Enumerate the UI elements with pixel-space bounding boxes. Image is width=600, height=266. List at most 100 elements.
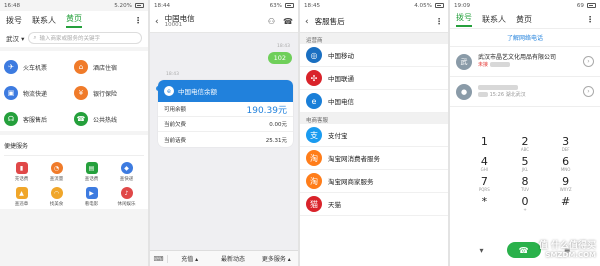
key-digit: 5 xyxy=(521,155,529,168)
collapse-keypad-icon[interactable]: ▾ xyxy=(480,246,484,255)
key-9[interactable]: 9 WXYZ xyxy=(545,176,586,192)
sent-message[interactable]: 102 xyxy=(267,52,292,64)
service-hotline[interactable]: ☎ 公共热线 xyxy=(74,109,144,129)
location-selector[interactable]: 武汉 ▾ xyxy=(6,33,24,43)
key-3[interactable]: 3 DEF xyxy=(545,136,586,152)
menu-more-services[interactable]: 更多服务 ▴ xyxy=(255,254,298,263)
contact-icon[interactable]: ⚇ xyxy=(268,17,275,26)
call-log-row[interactable]: 武 武汉市晶艺文化用品有限公司 未接 › xyxy=(450,47,600,77)
key-digit: # xyxy=(561,195,571,208)
key-digit: 1 xyxy=(480,135,488,148)
key-0[interactable]: 0 + xyxy=(505,196,546,212)
item-label: 中国移动 xyxy=(328,52,354,60)
conv-label: 查违章 xyxy=(14,202,29,207)
list-item-china-unicom[interactable]: ✣ 中国联通 xyxy=(300,67,448,90)
call-button[interactable]: ☎ xyxy=(506,242,541,258)
key-letters: PQRS xyxy=(478,187,490,192)
phone-customer-service: 18:45 4.05% ‹ 客服售后 ⋮ 运营商 ◎ 中国移动 ✣ 中国联通 e 中国… xyxy=(300,0,448,266)
more-menu-icon[interactable]: ⋮ xyxy=(435,17,443,26)
key-hash[interactable]: # xyxy=(545,196,586,212)
info-icon[interactable]: › xyxy=(583,86,594,97)
key-digit: 9 xyxy=(562,175,570,188)
more-menu-icon[interactable]: ⋮ xyxy=(134,16,142,25)
key-2[interactable]: 2 ABC xyxy=(505,136,546,152)
service-logistics[interactable]: ▣ 物流快递 xyxy=(4,83,74,103)
call-icon[interactable]: ☎ xyxy=(283,17,293,26)
tab-yellow-pages[interactable]: 黄页 xyxy=(66,13,82,28)
service-support[interactable]: ☊ 客服售后 xyxy=(4,109,74,129)
call-log-row[interactable]: ● 15:26 湖北武汉 › xyxy=(450,77,600,107)
key-digit: 2 xyxy=(521,135,529,148)
tab-yellow-pages[interactable]: 黄页 xyxy=(516,14,532,25)
watermark-sub: SMZDM.COM xyxy=(545,251,596,260)
back-icon[interactable]: ‹ xyxy=(155,17,159,27)
conv-package[interactable]: ◆ 查快递 xyxy=(109,162,144,182)
row-value: 190.39元 xyxy=(246,105,288,116)
phone-sms-thread: 18:44 63% ‹ 中国电信 10001 ⚇ ☎ 18:43 102 18:… xyxy=(150,0,298,266)
info-icon[interactable]: › xyxy=(583,56,594,67)
menu-news[interactable]: 最新动态 xyxy=(211,254,254,263)
key-star[interactable]: * xyxy=(464,196,505,212)
balance-card[interactable]: e 中国电信余额 可用余额 190.39元 当前欠费 0.00元 当前话费 25.31… xyxy=(158,80,293,147)
service-bank[interactable]: ¥ 银行保险 xyxy=(74,83,144,103)
conv-label: 查快递 xyxy=(119,177,134,182)
list-item-taobao-consumer[interactable]: 淘淘宝网消费者服务 xyxy=(300,147,448,170)
list-item-taobao-merchant[interactable]: 淘淘宝网商家服务 xyxy=(300,170,448,193)
key-5[interactable]: 5 JKL xyxy=(505,156,546,172)
tab-dial[interactable]: 拨号 xyxy=(456,12,472,27)
learn-network-call-link[interactable]: 了解网络电话 xyxy=(450,29,600,47)
train-icon: ✈ xyxy=(4,60,18,74)
tab-contacts[interactable]: 联系人 xyxy=(482,14,506,25)
key-8[interactable]: 8 TUV xyxy=(505,176,546,192)
menu-label: 充值 xyxy=(181,256,194,263)
caller-name: 武汉市晶艺文化用品有限公司 xyxy=(478,53,557,61)
conv-recharge[interactable]: ▮ 充话费 xyxy=(4,162,39,182)
phone-icon: ☎ xyxy=(74,112,88,126)
conv-bill[interactable]: ▤ 查话费 xyxy=(74,162,109,182)
battery-icon xyxy=(587,3,596,8)
list-item-china-telecom[interactable]: e 中国电信 xyxy=(300,90,448,113)
conv-food[interactable]: ◠ 找美食 xyxy=(39,187,74,207)
row-label: 当前欠费 xyxy=(164,122,187,128)
more-menu-icon[interactable]: ⋮ xyxy=(586,15,594,24)
back-icon[interactable]: ‹ xyxy=(305,17,309,27)
search-icon: ⌕ xyxy=(33,34,37,41)
search-input[interactable]: ⌕ 输入商家或服务的关键字 xyxy=(28,32,142,44)
menu-label: 更多服务 xyxy=(261,256,286,263)
conv-fun[interactable]: ♪ 休闲娱乐 xyxy=(109,187,144,207)
service-label: 物流快递 xyxy=(23,90,48,98)
conv-car[interactable]: ▲ 查违章 xyxy=(4,187,39,207)
service-hotel[interactable]: ⌂ 酒店住宿 xyxy=(74,57,144,77)
car-icon: ▲ xyxy=(15,187,28,199)
service-train[interactable]: ✈ 火车机票 xyxy=(4,57,74,77)
key-7[interactable]: 7 PQRS xyxy=(464,176,505,192)
status-battery-text: 69 xyxy=(576,2,584,9)
wifi-icon: ◠ xyxy=(50,187,63,199)
status-time: 19:09 xyxy=(454,2,471,9)
menu-recharge[interactable]: 充值 ▴ xyxy=(168,254,211,263)
tab-dial[interactable]: 拨号 xyxy=(6,15,22,26)
tab-contacts[interactable]: 联系人 xyxy=(32,15,56,26)
status-bar: 19:09 69 xyxy=(450,0,600,11)
status-battery-text: 4.05% xyxy=(414,2,432,9)
key-6[interactable]: 6 MNO xyxy=(545,156,586,172)
conv-movie[interactable]: ▶ 看电影 xyxy=(74,187,109,207)
service-label: 火车机票 xyxy=(23,64,48,72)
key-digit: 3 xyxy=(562,135,570,148)
keyboard-icon[interactable]: ⌨ xyxy=(150,254,168,263)
service-menu-bar: ⌨ 充值 ▴ 最新动态 更多服务 ▴ xyxy=(150,250,298,266)
list-item-tmall[interactable]: 猫天猫 xyxy=(300,193,448,216)
key-letters: + xyxy=(523,207,527,212)
key-letters: WXYZ xyxy=(559,187,572,192)
message-time: 18:43 xyxy=(277,44,290,49)
key-1[interactable]: 1 xyxy=(464,136,505,152)
list-item-china-mobile[interactable]: ◎ 中国移动 xyxy=(300,44,448,67)
conv-data[interactable]: ◔ 查流量 xyxy=(39,162,74,182)
key-letters: GHI xyxy=(480,167,488,172)
item-label: 淘宝网商家服务 xyxy=(328,178,374,186)
key-4[interactable]: 4 GHI xyxy=(464,156,505,172)
list-item-alipay[interactable]: 支支付宝 xyxy=(300,124,448,147)
balance-row: 可用余额 190.39元 xyxy=(158,102,293,117)
service-label: 客服售后 xyxy=(23,116,48,124)
service-label: 公共热线 xyxy=(93,116,118,124)
